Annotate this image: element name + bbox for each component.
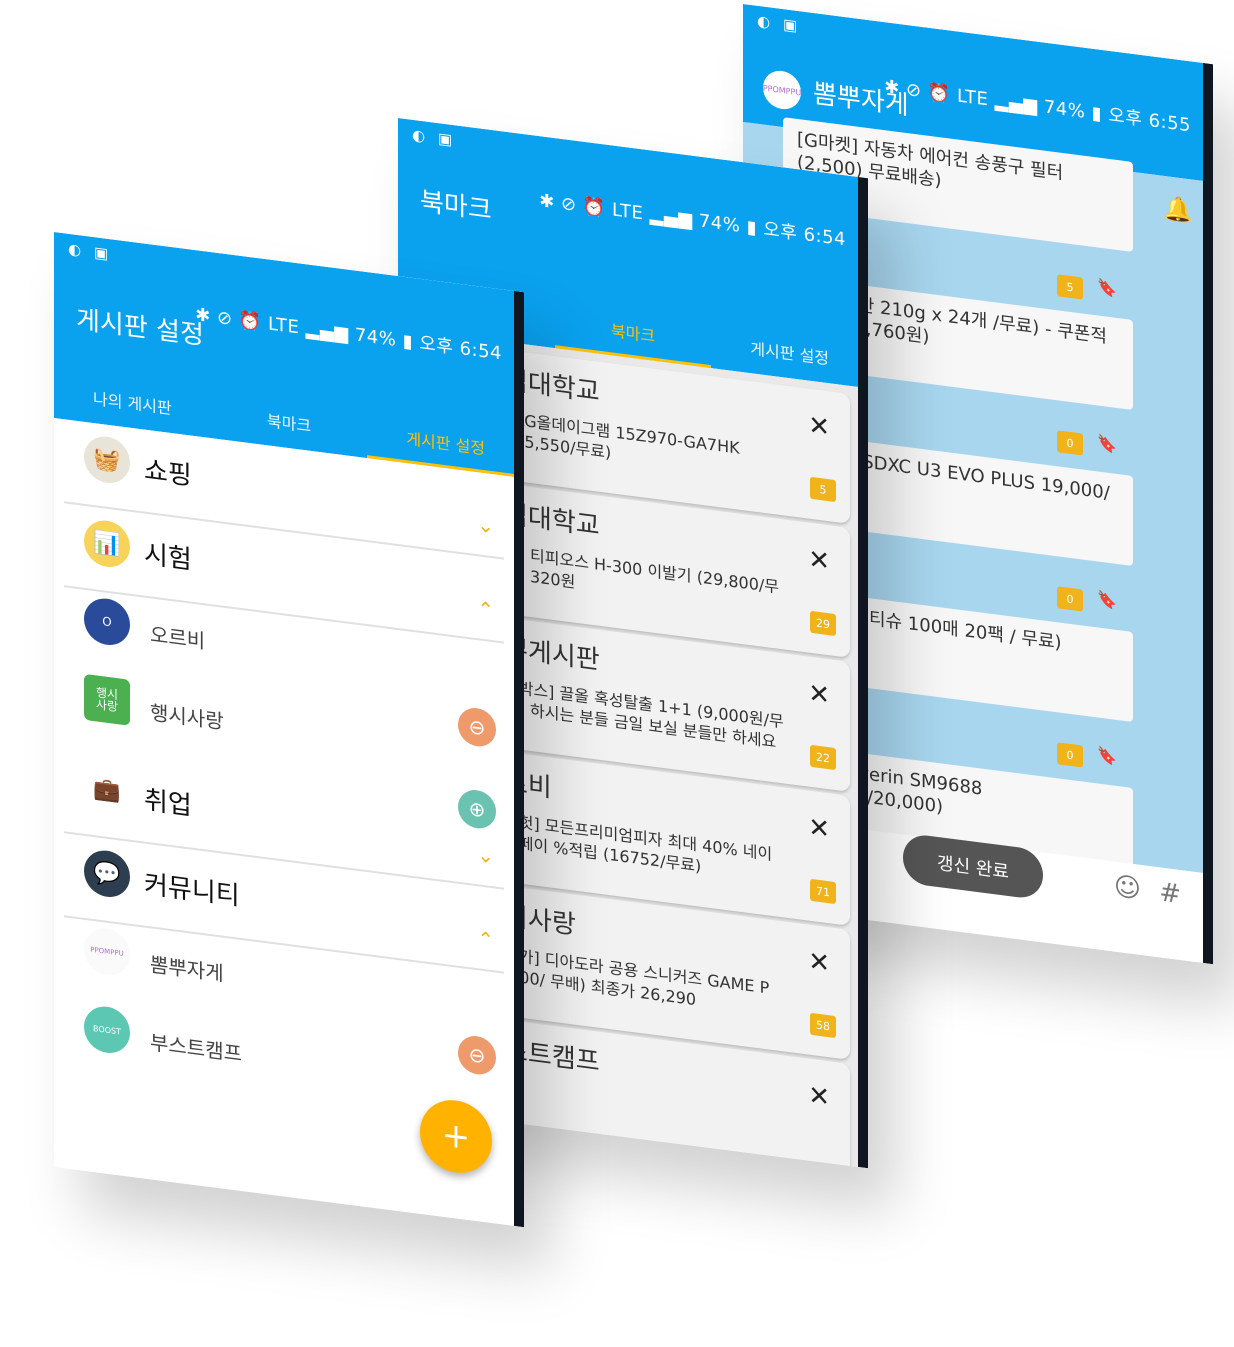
status-right: ✱ ⊘ ⏰ LTE ▂▄▆ 74% ▮ 오후 6:54	[539, 190, 846, 251]
comment-count-badge: 5	[810, 476, 836, 503]
status-right: ✱ ⊘ ⏰ LTE ▂▄▆ 74% ▮ 오후 6:55	[884, 76, 1191, 137]
board-settings-screen: ◐ ▣ ✱ ⊘ ⏰ LTE ▂▄▆ 74% ▮ 오후 6:54 게시판 설정 나의…	[54, 232, 524, 1228]
close-icon[interactable]: ✕	[808, 1081, 830, 1114]
category-name: 취업	[144, 785, 192, 822]
page-title: 북마크	[420, 186, 492, 227]
close-icon[interactable]: ✕	[808, 679, 830, 712]
board-name: 뽐뿌자게	[150, 952, 224, 986]
chevron-up-icon[interactable]: ⌃	[477, 596, 494, 622]
time-label: 오후 6:55	[1108, 104, 1191, 137]
add-bookmark-icon[interactable]: 🔖	[1097, 745, 1117, 776]
close-icon[interactable]: ✕	[808, 813, 830, 846]
emoji-icon[interactable]: ☺	[1114, 872, 1141, 905]
time-label: 오후 6:54	[763, 218, 846, 251]
chevron-down-icon[interactable]: ⌄	[477, 512, 494, 538]
status-right: ✱ ⊘ ⏰ LTE ▂▄▆ 74% ▮ 오후 6:54	[195, 304, 502, 365]
category-list: 🧺 쇼핑 ⌄ 📊 시험 ⌃ O 오르비 ⊖ 행시 사랑 행시사랑 ⊕ 💼 취업 …	[54, 418, 524, 1228]
category-name: 쇼핑	[144, 455, 192, 492]
network-label: LTE	[611, 199, 644, 225]
comment-count-badge: 0	[1057, 742, 1083, 768]
close-icon[interactable]: ✕	[808, 545, 830, 578]
network-label: LTE	[956, 85, 989, 111]
app-status-icon: ◐	[412, 125, 426, 146]
chat-bubbles-icon: 💬	[84, 847, 130, 900]
time-label: 오후 6:54	[419, 332, 502, 365]
add-alert-bell-icon[interactable]: 🔔	[1163, 194, 1193, 226]
shopping-basket-icon: 🧺	[84, 433, 130, 486]
board-name: 행시사랑	[150, 700, 224, 734]
comment-count-badge: 5	[1057, 274, 1083, 300]
comment-count-badge: 71	[810, 878, 836, 905]
category-name: 커뮤니티	[144, 869, 240, 912]
board-name: 오르비	[150, 622, 206, 654]
board-name: 부스트캠프	[150, 1030, 242, 1067]
network-label: LTE	[267, 313, 300, 339]
orbi-logo-icon: O	[84, 595, 130, 648]
page-title: 게시판 설정	[76, 304, 204, 352]
comment-count-badge: 58	[810, 1012, 836, 1039]
battery-label: 74%	[354, 324, 397, 351]
presentation-board-icon: 📊	[84, 517, 130, 570]
boostcamp-logo-icon: BOOST	[84, 1003, 130, 1056]
hashtag-icon[interactable]: #	[1159, 877, 1181, 910]
image-status-icon: ▣	[438, 129, 453, 149]
category-name: 시험	[144, 539, 192, 576]
close-icon[interactable]: ✕	[808, 947, 830, 980]
app-status-icon: ◐	[68, 239, 82, 260]
comment-count-badge: 0	[1057, 430, 1083, 456]
comment-count-badge: 0	[1057, 586, 1083, 612]
image-status-icon: ▣	[783, 15, 798, 35]
haengsi-logo-icon: 행시 사랑	[84, 673, 130, 726]
app-status-icon: ◐	[757, 11, 771, 32]
image-status-icon: ▣	[94, 243, 109, 263]
briefcase-icon: 💼	[84, 763, 130, 816]
board-avatar: PPOMPPU	[763, 68, 801, 112]
battery-label: 74%	[1043, 96, 1086, 123]
add-bookmark-icon[interactable]: 🔖	[1097, 589, 1117, 620]
battery-label: 74%	[698, 210, 741, 237]
comment-count-badge: 22	[810, 744, 836, 771]
close-icon[interactable]: ✕	[808, 411, 830, 444]
comment-count-badge: 29	[810, 610, 836, 637]
chevron-down-icon[interactable]: ⌄	[477, 842, 494, 868]
add-bookmark-icon[interactable]: 🔖	[1097, 277, 1117, 308]
ppomppu-logo-icon: PPOMPPU	[84, 925, 130, 978]
chevron-up-icon[interactable]: ⌃	[477, 926, 494, 952]
add-bookmark-icon[interactable]: 🔖	[1097, 433, 1117, 464]
